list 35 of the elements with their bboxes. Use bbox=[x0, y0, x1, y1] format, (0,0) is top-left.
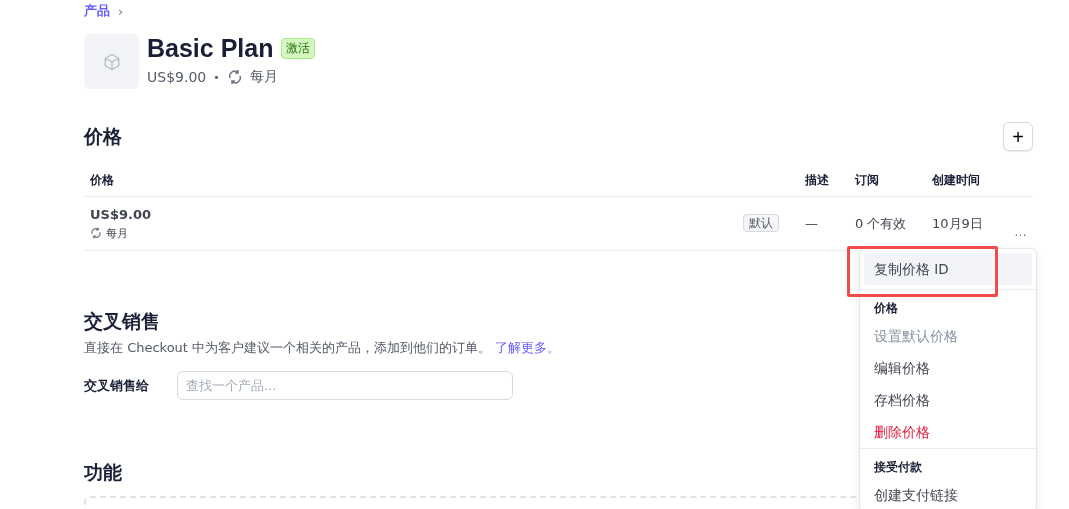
add-button[interactable]: + bbox=[1003, 122, 1033, 151]
box-icon bbox=[102, 52, 121, 71]
breadcrumb-separator: › bbox=[118, 3, 124, 19]
table-cell-text: — bbox=[805, 216, 819, 231]
billing-interval: 每月 bbox=[249, 68, 278, 86]
section-title: 功能 bbox=[84, 461, 122, 483]
menu-item[interactable]: 删除价格 bbox=[864, 416, 1032, 448]
menu-heading: 接受付款 bbox=[874, 458, 922, 476]
section-description: 直接在 Checkout 中为客户建议一个相关的产品，添加到他们的订单。 bbox=[84, 340, 492, 355]
status-badge: 激活 bbox=[281, 38, 316, 59]
recurring-icon bbox=[226, 69, 243, 85]
default-badge: 默认 bbox=[743, 214, 779, 232]
column-header: 价格 bbox=[90, 172, 115, 189]
section-title: 交叉销售 bbox=[84, 310, 160, 332]
menu-item[interactable]: 编辑价格 bbox=[864, 352, 1032, 384]
product-price: US$9.00 bbox=[147, 69, 207, 85]
column-header: 描述 bbox=[805, 172, 830, 189]
menu-item[interactable]: 存档价格 bbox=[864, 384, 1032, 416]
menu-item[interactable]: 创建支付链接 bbox=[864, 479, 1032, 509]
product-title: Basic Plan bbox=[147, 34, 274, 63]
learn-more-link[interactable]: 了解更多。 bbox=[495, 340, 561, 355]
separator-dot: • bbox=[213, 70, 220, 84]
column-header: 订阅 bbox=[855, 172, 880, 189]
price-amount: US$9.00 bbox=[90, 206, 153, 222]
menu-heading: 价格 bbox=[874, 299, 898, 317]
price-interval: 每月 bbox=[106, 225, 128, 241]
section-title: 价格 bbox=[84, 123, 122, 149]
breadcrumb-link[interactable]: 产品 bbox=[84, 2, 110, 20]
field-label: 交叉销售给 bbox=[84, 376, 150, 395]
menu-item[interactable]: 复制价格 ID bbox=[864, 253, 1032, 285]
table-cell-text: 10月9日 bbox=[932, 214, 984, 233]
recurring-icon bbox=[90, 227, 102, 239]
column-header: 创建时间 bbox=[932, 172, 981, 189]
more-button[interactable]: … bbox=[1014, 224, 1027, 239]
table-cell-text: 0 个有效 bbox=[855, 214, 908, 233]
